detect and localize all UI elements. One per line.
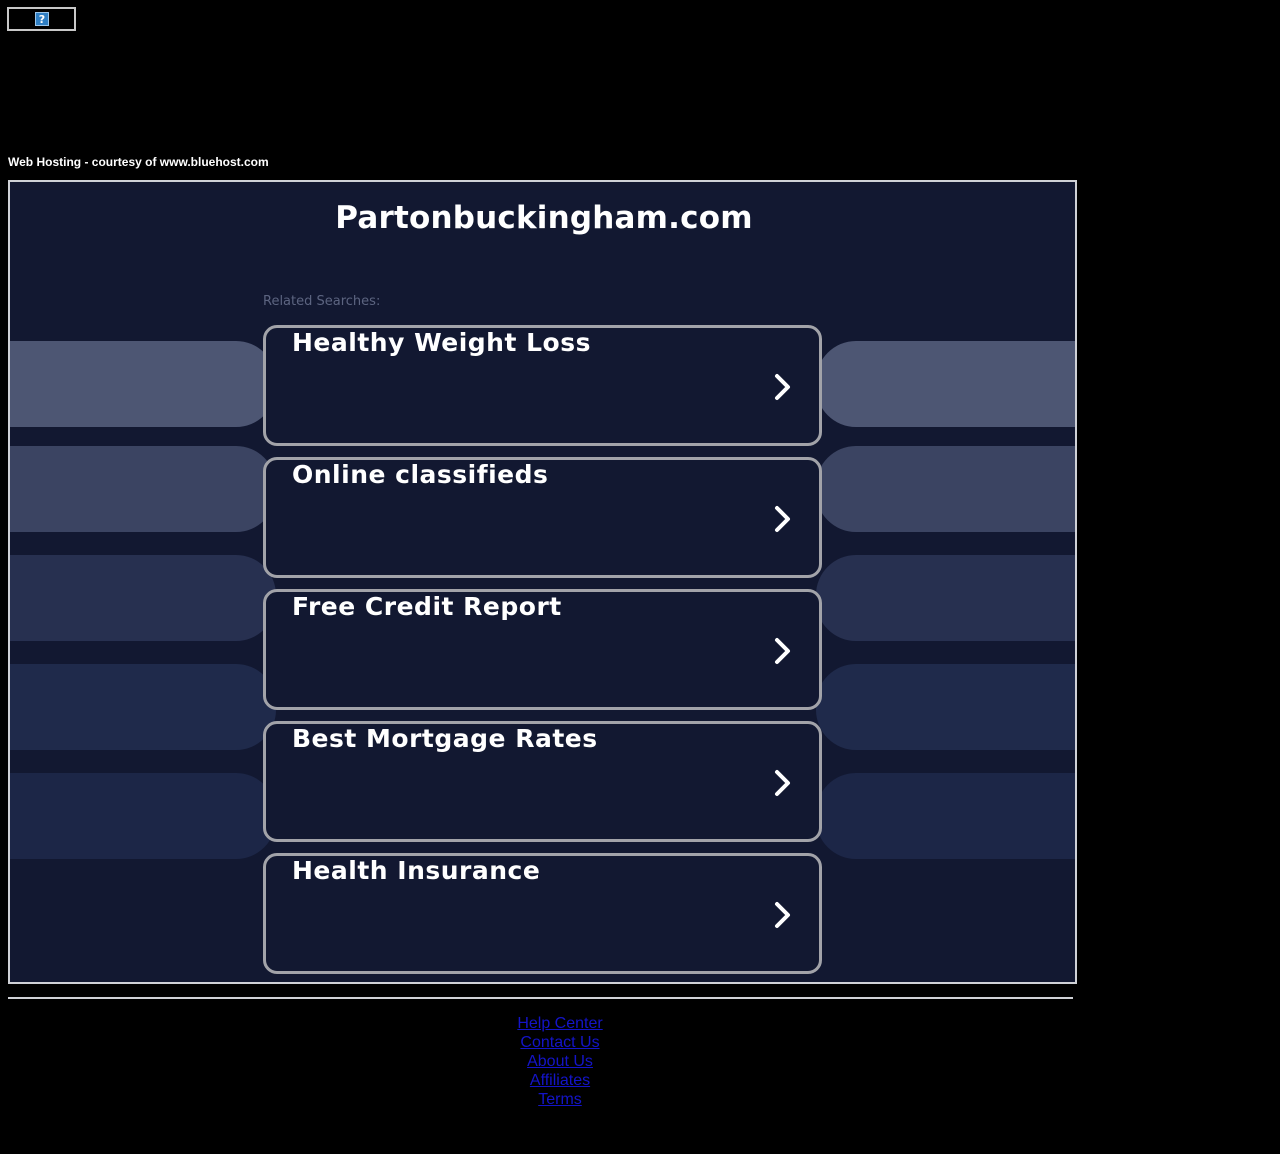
decorative-pill [10, 341, 276, 427]
decorative-pill [10, 555, 276, 641]
footer-link-affiliates[interactable]: Affiliates [0, 1071, 1120, 1090]
related-search-link[interactable]: Free Credit Report [263, 589, 822, 710]
related-search-label: Free Credit Report [292, 592, 562, 621]
decorative-pill [816, 341, 1075, 427]
decorative-pill [816, 446, 1075, 532]
related-searches-label: Related Searches: [263, 294, 381, 309]
related-search-label: Healthy Weight Loss [292, 328, 591, 357]
hosting-courtesy-text: Web Hosting - courtesy of www.bluehost.c… [8, 155, 269, 169]
chevron-right-icon [775, 638, 790, 664]
domain-title: Partonbuckingham.com [335, 200, 753, 236]
related-search-link[interactable]: Health Insurance [263, 853, 822, 974]
chevron-right-icon [775, 770, 790, 796]
footer-link-contact-us[interactable]: Contact Us [0, 1033, 1120, 1052]
related-search-link[interactable]: Online classifieds [263, 457, 822, 578]
related-search-label: Best Mortgage Rates [292, 724, 598, 753]
decorative-pill [816, 773, 1075, 859]
footer-links: Help Center Contact Us About Us Affiliat… [0, 1014, 1120, 1109]
footer-link-help-center[interactable]: Help Center [0, 1014, 1120, 1033]
related-search-link[interactable]: Best Mortgage Rates [263, 721, 822, 842]
decorative-pill [10, 446, 276, 532]
decorative-pill [816, 555, 1075, 641]
chevron-right-icon [775, 506, 790, 532]
footer-link-terms[interactable]: Terms [0, 1090, 1120, 1109]
footer-divider [8, 997, 1073, 999]
decorative-pill [10, 664, 276, 750]
related-search-label: Health Insurance [292, 856, 541, 885]
chevron-right-icon [775, 374, 790, 400]
chevron-right-icon [775, 902, 790, 928]
decorative-pill [10, 773, 276, 859]
footer-link-about-us[interactable]: About Us [0, 1052, 1120, 1071]
related-search-label: Online classifieds [292, 460, 549, 489]
ad-placeholder-box: ? [7, 7, 76, 31]
related-search-link[interactable]: Healthy Weight Loss [263, 325, 822, 446]
broken-image-icon: ? [35, 12, 49, 26]
decorative-pill [816, 664, 1075, 750]
parked-domain-frame: Partonbuckingham.com Related Searches: H… [8, 180, 1077, 984]
